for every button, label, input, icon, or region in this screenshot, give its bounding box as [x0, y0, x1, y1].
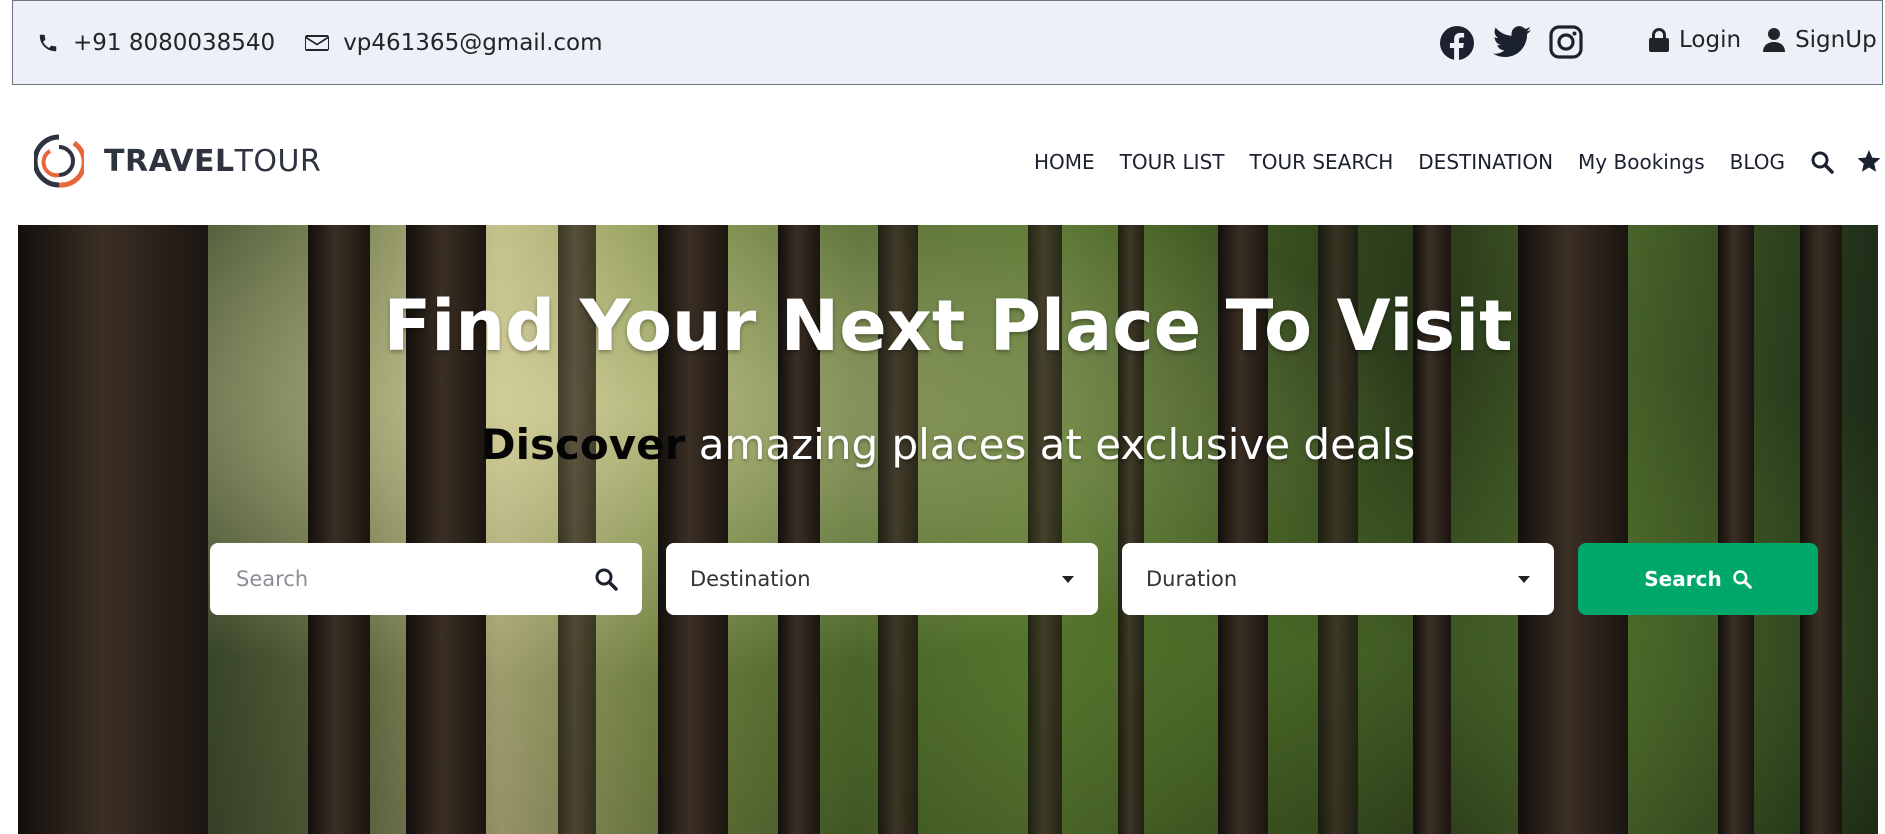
nav-search-button[interactable]: [1810, 150, 1834, 174]
signup-label: SignUp: [1795, 27, 1877, 53]
duration-select-value: Duration: [1146, 567, 1238, 591]
phone-icon: [39, 34, 57, 51]
social-links: [1439, 25, 1583, 61]
instagram-icon[interactable]: [1549, 25, 1583, 59]
contact-info: +91 8080038540 vp461365@gmail.com: [37, 30, 633, 56]
logo-ring-icon: [34, 134, 84, 188]
top-bar: +91 8080038540 vp461365@gmail.com Login …: [12, 0, 1883, 85]
star-icon: [1857, 150, 1881, 172]
nav-item-destination[interactable]: DESTINATION: [1418, 150, 1553, 174]
phone-number: +91 8080038540: [73, 29, 276, 56]
destination-select[interactable]: Destination: [666, 543, 1098, 615]
caret-down-icon: [1062, 575, 1074, 583]
nav-item-tour-search[interactable]: TOUR SEARCH: [1250, 150, 1394, 174]
nav-item-blog[interactable]: BLOG: [1730, 150, 1785, 174]
email-address: vp461365@gmail.com: [343, 29, 603, 56]
search-icon: [1811, 151, 1834, 174]
search-icon: [595, 568, 618, 591]
search-input[interactable]: [234, 566, 568, 592]
twitter-icon[interactable]: [1493, 25, 1531, 59]
nav-favorites-button[interactable]: [1856, 150, 1882, 174]
login-link[interactable]: Login: [1649, 27, 1741, 53]
facebook-icon[interactable]: [1439, 25, 1475, 61]
brand-name: TRAVELTOUR: [104, 144, 321, 179]
search-button[interactable]: Search: [1578, 543, 1818, 615]
nav-item-tour-list[interactable]: TOUR LIST: [1120, 150, 1225, 174]
brand-logo[interactable]: TRAVELTOUR: [34, 133, 321, 189]
destination-select-value: Destination: [690, 567, 811, 591]
caret-down-icon: [1518, 575, 1530, 583]
email-contact[interactable]: vp461365@gmail.com: [305, 29, 603, 56]
nav-item-my-bookings[interactable]: My Bookings: [1578, 150, 1705, 174]
user-icon: [1763, 28, 1786, 52]
nav-menu: HOME TOUR LIST TOUR SEARCH DESTINATION M…: [1034, 150, 1885, 174]
nav-item-home[interactable]: HOME: [1034, 150, 1095, 174]
hero-subtitle: Discover amazing places at exclusive dea…: [18, 420, 1878, 469]
hero-subtitle-rest: amazing places at exclusive deals: [698, 420, 1416, 469]
envelope-icon: [305, 34, 330, 51]
phone-contact[interactable]: +91 8080038540: [37, 30, 275, 56]
hero-subtitle-bold: Discover: [480, 420, 686, 469]
lock-icon: [1649, 28, 1669, 52]
main-navbar: TRAVELTOUR HOME TOUR LIST TOUR SEARCH DE…: [0, 100, 1885, 225]
brand-name-light: TOUR: [234, 143, 322, 179]
search-button-label: Search: [1644, 567, 1722, 591]
signup-link[interactable]: SignUp: [1763, 27, 1877, 53]
hero-banner: Find Your Next Place To Visit Discover a…: [18, 225, 1878, 834]
search-field: [210, 543, 642, 615]
search-icon: [1732, 570, 1752, 589]
auth-links: Login SignUp: [1649, 27, 1885, 53]
login-label: Login: [1679, 27, 1742, 53]
brand-name-bold: TRAVEL: [104, 143, 235, 179]
tour-search-form: Destination Duration Search: [210, 543, 1818, 615]
hero-title: Find Your Next Place To Visit: [383, 285, 1513, 367]
duration-select[interactable]: Duration: [1122, 543, 1554, 615]
